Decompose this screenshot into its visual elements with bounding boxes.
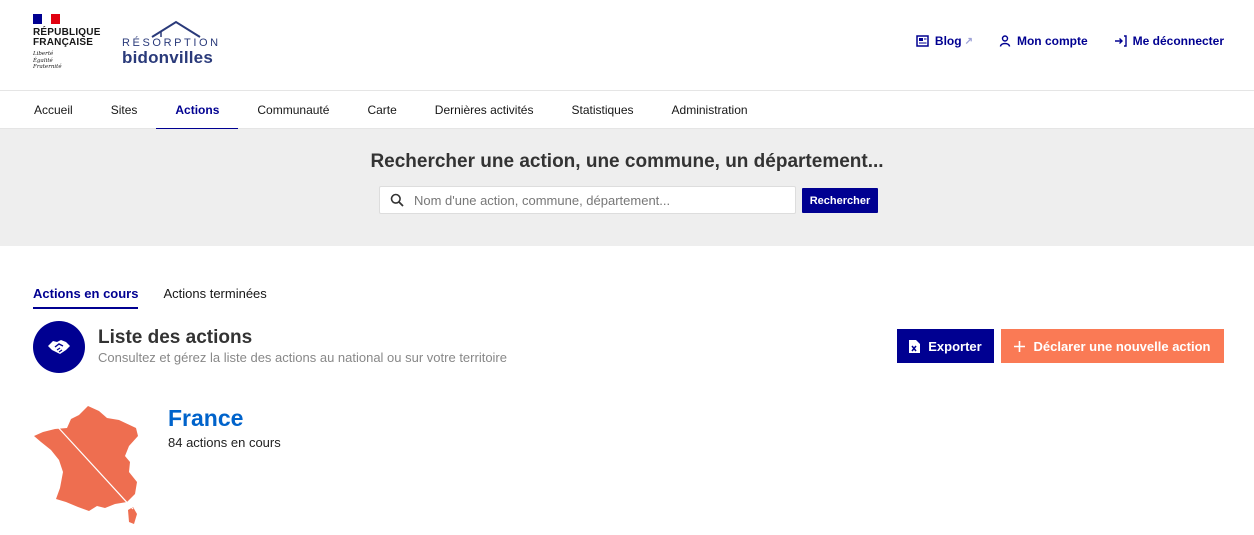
app-logo-line2: bidonvilles [122,48,213,67]
nav-item-accueil[interactable]: Accueil [15,91,92,129]
nav-item-dernieres-activites[interactable]: Dernières activités [416,91,553,129]
action-status-tabs: Actions en cours Actions terminées [33,286,267,309]
logout-link[interactable]: Me déconnecter [1114,34,1224,48]
excel-file-icon [909,339,921,353]
logout-icon [1114,35,1127,47]
nav-item-actions[interactable]: Actions [156,91,239,130]
section-subtitle: Consultez et gérez la liste des actions … [98,350,507,365]
france-map[interactable] [33,404,141,531]
search-title: Rechercher une action, une commune, un d… [370,151,884,172]
search-button[interactable]: Rechercher [802,188,878,213]
nav-item-communaute[interactable]: Communauté [238,91,348,129]
account-link-label: Mon compte [1016,34,1088,48]
nav-item-statistiques[interactable]: Statistiques [552,91,652,129]
export-button[interactable]: Exporter [897,329,994,363]
search-icon [390,193,404,207]
motto-fraternite: Fraternité [33,64,62,70]
search-box[interactable] [379,186,796,214]
gov-motto: Liberté Égalité Fraternité [33,51,103,71]
account-link[interactable]: Mon compte [999,34,1088,48]
nav-item-carte[interactable]: Carte [348,91,415,129]
external-link-icon: ↗ [964,35,973,47]
plus-icon [1014,340,1026,352]
nav-item-sites[interactable]: Sites [92,91,157,129]
search-input[interactable] [414,192,784,208]
site-header: RÉPUBLIQUE FRANÇAISE Liberté Égalité Fra… [0,0,1254,91]
search-section: Rechercher une action, une commune, un d… [0,129,1254,246]
app-logo[interactable]: RÉSORPTION bidonvilles [122,20,218,68]
logout-link-label: Me déconnecter [1132,34,1224,48]
user-icon [999,35,1011,47]
nav-item-administration[interactable]: Administration [653,91,767,129]
declare-action-button[interactable]: Déclarer une nouvelle action [1001,329,1224,363]
blog-link-label: Blog [934,34,962,48]
export-button-label: Exporter [928,338,982,354]
header-links: Blog ↗ Mon compte Me déconnecter [916,34,1224,48]
section-title: Liste des actions [98,327,253,348]
main-navigation: Accueil Sites Actions Communauté Carte D… [0,91,1254,130]
tab-actions-en-cours[interactable]: Actions en cours [33,286,139,309]
declare-action-label: Déclarer une nouvelle action [1033,338,1211,354]
gov-logo-line2: FRANÇAISE [33,37,94,48]
tab-actions-terminees[interactable]: Actions terminées [163,286,266,309]
french-flag-icon [33,14,60,24]
newspaper-icon [916,35,929,47]
region-actions-count: 84 actions en cours [168,435,281,450]
handshake-icon [33,321,85,373]
republique-francaise-logo[interactable]: RÉPUBLIQUE FRANÇAISE Liberté Égalité Fra… [33,14,103,71]
region-name-link[interactable]: France [168,405,243,432]
blog-link[interactable]: Blog ↗ [916,34,973,48]
